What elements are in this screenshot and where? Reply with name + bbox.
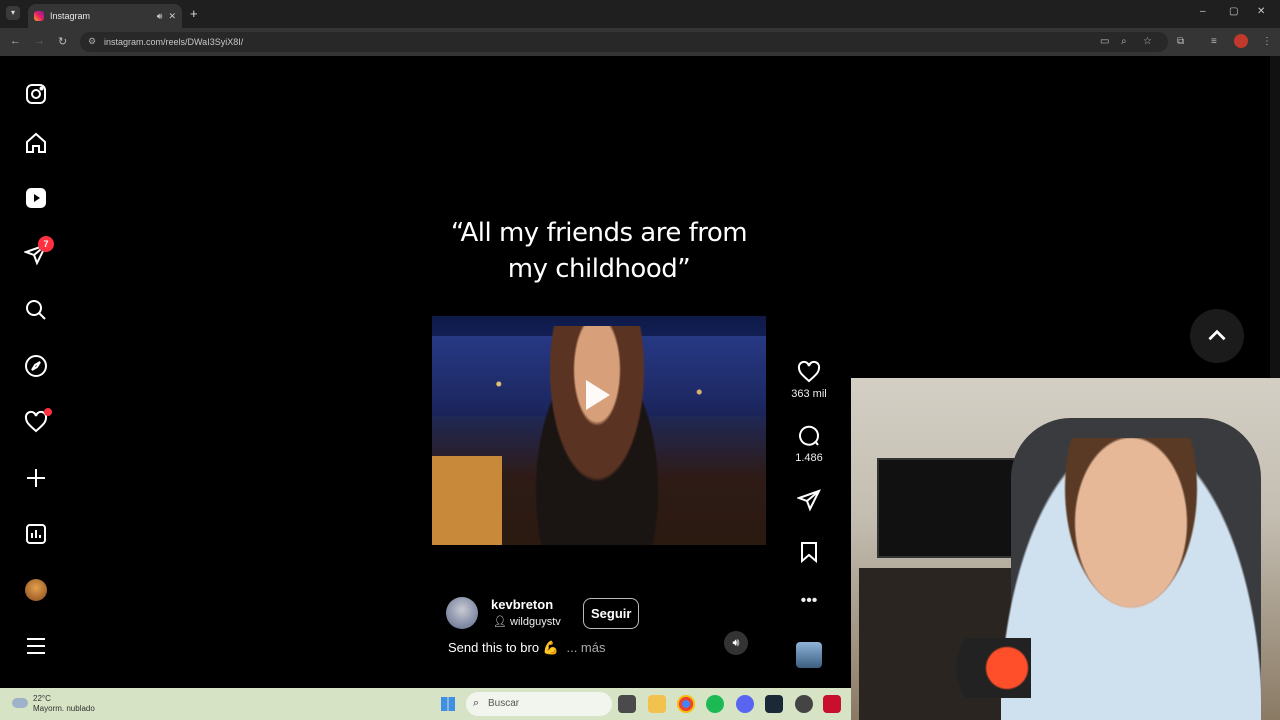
windows-start-icon[interactable] <box>441 697 455 711</box>
tab-close-button[interactable]: ✕ <box>168 11 176 22</box>
messages-badge: 7 <box>38 236 54 252</box>
volume-icon[interactable]: 🔊︎ <box>724 631 748 655</box>
profile-avatar[interactable] <box>24 578 48 602</box>
profile-avatar-image <box>25 579 47 601</box>
comment-count: 1.486 <box>795 452 823 464</box>
webcam-microphone <box>911 638 1031 698</box>
obs-icon[interactable] <box>795 695 813 713</box>
url-text: instagram.com/reels/DWaI3SyiX8I/ <box>104 37 244 47</box>
like-button[interactable]: 363 mil <box>790 360 828 400</box>
reels-icon[interactable] <box>24 186 48 210</box>
reel-quote: “All my friends are from my childhood” <box>432 215 766 287</box>
reel-video[interactable] <box>432 316 766 545</box>
site-info-icon[interactable]: ⚙ <box>88 36 96 47</box>
extensions-icon[interactable]: ⧉ <box>1177 36 1184 47</box>
browser-menu-icon[interactable]: ⋮ <box>1262 36 1272 47</box>
notifications-dot <box>44 408 52 416</box>
quote-line-1: “All my friends are from <box>450 218 748 248</box>
cast-icon[interactable]: ▭ <box>1100 36 1109 47</box>
webcam-person <box>1001 438 1261 720</box>
share-button[interactable] <box>790 488 828 516</box>
heart-icon <box>797 360 821 383</box>
taskbar-search[interactable]: ⌕ Buscar <box>466 692 612 716</box>
play-icon[interactable] <box>586 380 610 410</box>
weather-condition: Mayorm. nublado <box>33 704 95 713</box>
notifications-icon[interactable] <box>24 408 52 434</box>
browser-toolbar: ← → ↻ ⚙ instagram.com/reels/DWaI3SyiX8I/… <box>0 28 1280 56</box>
task-view-icon[interactable] <box>618 695 636 713</box>
weather-widget[interactable]: 22°C Mayorm. nublado <box>8 694 95 714</box>
media-control-icon[interactable]: ≡ <box>1211 36 1217 47</box>
instagram-favicon-icon <box>34 11 44 21</box>
zoom-icon[interactable]: ⌕ <box>1121 36 1127 47</box>
scroll-up-button[interactable] <box>1190 309 1244 363</box>
person-icon: 👤︎ <box>493 616 511 628</box>
forward-icon[interactable]: → <box>34 35 45 47</box>
webcam-overlay <box>851 378 1280 720</box>
new-tab-button[interactable]: + <box>190 6 198 21</box>
tab-search-button[interactable]: ▾ <box>6 6 20 20</box>
audio-thumbnail[interactable] <box>796 642 822 668</box>
discord-icon[interactable] <box>736 695 754 713</box>
caption-text: Send this to bro 💪 <box>448 640 559 655</box>
more-menu-icon[interactable] <box>24 634 48 658</box>
save-button[interactable] <box>790 540 828 568</box>
bookmark-star-icon[interactable]: ☆ <box>1143 36 1152 47</box>
create-icon[interactable] <box>24 466 48 490</box>
reload-icon[interactable]: ↻ <box>58 35 67 48</box>
quote-line-2: my childhood” <box>507 254 691 284</box>
follow-button[interactable]: Seguir <box>583 598 640 629</box>
browser-tab-bar: ▾ Instagram 🔊︎ ✕ + – ▢ ✕ <box>0 0 1280 28</box>
author-username[interactable]: kevbreton <box>491 597 553 612</box>
comment-button[interactable]: 1.486 <box>790 424 828 464</box>
valorant-icon[interactable] <box>823 695 841 713</box>
audio-name: wildguystv <box>510 616 561 628</box>
reel-player[interactable]: “All my friends are from my childhood” k… <box>432 75 766 670</box>
steam-icon[interactable] <box>765 695 783 713</box>
file-explorer-icon[interactable] <box>648 695 666 713</box>
more-caption-link[interactable]: ... más <box>566 640 605 655</box>
spotify-icon[interactable] <box>706 695 724 713</box>
tab-title: Instagram <box>50 11 91 21</box>
more-options-icon[interactable]: ••• <box>790 592 828 610</box>
bookmark-icon <box>801 542 817 564</box>
maximize-button[interactable]: ▢ <box>1229 6 1238 17</box>
taskbar-search-placeholder: Buscar <box>488 698 520 709</box>
address-bar[interactable]: ⚙ instagram.com/reels/DWaI3SyiX8I/ <box>80 32 1168 52</box>
dashboard-icon[interactable] <box>24 522 48 546</box>
messages-icon[interactable]: 7 <box>24 236 54 266</box>
author-avatar[interactable] <box>446 597 478 629</box>
comment-icon <box>799 425 819 446</box>
weather-temperature: 22°C <box>33 694 51 703</box>
chevron-up-icon <box>1208 329 1226 341</box>
close-window-button[interactable]: ✕ <box>1257 6 1265 17</box>
search-icon: ⌕ <box>473 697 480 709</box>
search-icon[interactable] <box>24 298 48 322</box>
back-icon[interactable]: ← <box>10 35 21 47</box>
speaker-icon[interactable]: 🔊︎ <box>157 11 163 22</box>
audio-attribution[interactable]: 👤︎ wildguystv <box>493 615 561 628</box>
video-chair <box>432 456 502 545</box>
instagram-logo-icon[interactable] <box>24 82 48 106</box>
home-icon[interactable] <box>24 131 48 155</box>
share-icon <box>797 489 821 512</box>
reel-caption: Send this to bro 💪 ... más <box>448 640 606 656</box>
like-count: 363 mil <box>791 388 827 400</box>
windows-taskbar: 22°C Mayorm. nublado ⌕ Buscar <box>0 688 851 720</box>
chrome-icon[interactable] <box>677 695 695 713</box>
minimize-button[interactable]: – <box>1200 6 1206 17</box>
browser-tab[interactable]: Instagram 🔊︎ ✕ <box>28 4 182 28</box>
browser-profile-avatar[interactable] <box>1234 34 1248 48</box>
video-person <box>522 326 672 545</box>
explore-icon[interactable] <box>24 354 48 378</box>
reel-author: kevbreton 👤︎ wildguystv Seguir <box>446 595 756 635</box>
